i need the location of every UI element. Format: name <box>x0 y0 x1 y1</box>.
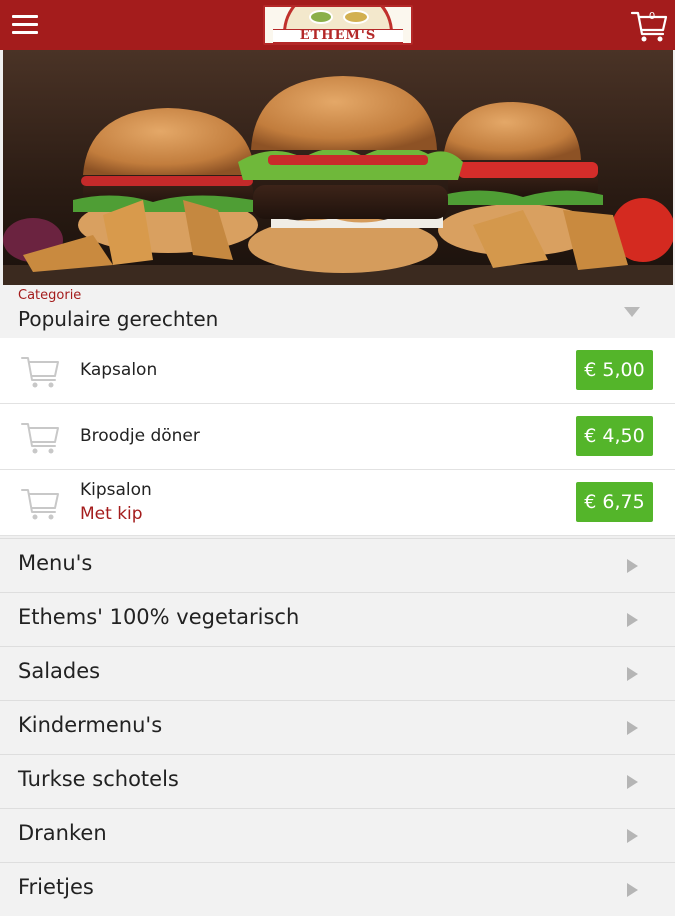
category-selected-value: Populaire gerechten <box>18 307 219 331</box>
price-button[interactable]: € 5,00 <box>576 350 653 390</box>
category-selector[interactable]: Categorie Populaire gerechten <box>0 285 675 338</box>
chevron-right-icon <box>627 559 638 573</box>
dish-name: Broodje döner <box>80 426 200 446</box>
category-item-dranken[interactable]: Dranken <box>0 808 675 862</box>
chevron-right-icon <box>627 775 638 789</box>
category-list: Menu's Ethems' 100% vegetarisch Salades … <box>0 538 675 916</box>
category-item-kindermenus[interactable]: Kindermenu's <box>0 700 675 754</box>
burgers-photo <box>3 50 673 285</box>
logo-dish-image <box>343 10 369 24</box>
category-name: Menu's <box>18 551 93 575</box>
chevron-right-icon <box>627 829 638 843</box>
hamburger-menu-icon[interactable] <box>10 12 40 38</box>
add-to-cart-icon[interactable] <box>18 352 62 390</box>
price-button[interactable]: € 4,50 <box>576 416 653 456</box>
category-label: Categorie <box>18 288 82 303</box>
dropdown-arrow-icon <box>624 307 640 317</box>
dish-subtitle: Met kip <box>80 504 143 524</box>
ethems-logo[interactable]: ETHEM'S <box>263 5 413 45</box>
dish-list: Kapsalon € 5,00 Broodje döner € 4,50 Kip… <box>0 338 675 536</box>
category-name: Frietjes <box>18 875 94 899</box>
hero-image <box>3 50 673 285</box>
chevron-right-icon <box>627 883 638 897</box>
logo-text: ETHEM'S <box>299 28 377 43</box>
category-name: Dranken <box>18 821 107 845</box>
logo-dish-image <box>309 10 333 24</box>
category-item-frietjes[interactable]: Frietjes <box>0 862 675 916</box>
top-app-bar: ETHEM'S 0 <box>0 0 675 50</box>
category-item-vegetarisch[interactable]: Ethems' 100% vegetarisch <box>0 592 675 646</box>
list-item[interactable]: Kapsalon € 5,00 <box>0 338 675 404</box>
chevron-right-icon <box>627 667 638 681</box>
dish-name: Kipsalon <box>80 480 152 500</box>
category-name: Kindermenu's <box>18 713 163 737</box>
add-to-cart-icon[interactable] <box>18 484 62 522</box>
price-button[interactable]: € 6,75 <box>576 482 653 522</box>
chevron-right-icon <box>627 721 638 735</box>
category-item-turkse-schotels[interactable]: Turkse schotels <box>0 754 675 808</box>
shopping-cart-icon[interactable]: 0 <box>630 8 670 44</box>
category-item-menus[interactable]: Menu's <box>0 538 675 592</box>
add-to-cart-icon[interactable] <box>18 418 62 456</box>
category-name: Turkse schotels <box>18 767 179 791</box>
category-name: Salades <box>18 659 101 683</box>
list-item[interactable]: Kipsalon Met kip € 6,75 <box>0 470 675 536</box>
category-item-salades[interactable]: Salades <box>0 646 675 700</box>
cart-count-badge: 0 <box>648 11 656 22</box>
list-item[interactable]: Broodje döner € 4,50 <box>0 404 675 470</box>
dish-name: Kapsalon <box>80 360 158 380</box>
category-name: Ethems' 100% vegetarisch <box>18 605 300 629</box>
chevron-right-icon <box>627 613 638 627</box>
